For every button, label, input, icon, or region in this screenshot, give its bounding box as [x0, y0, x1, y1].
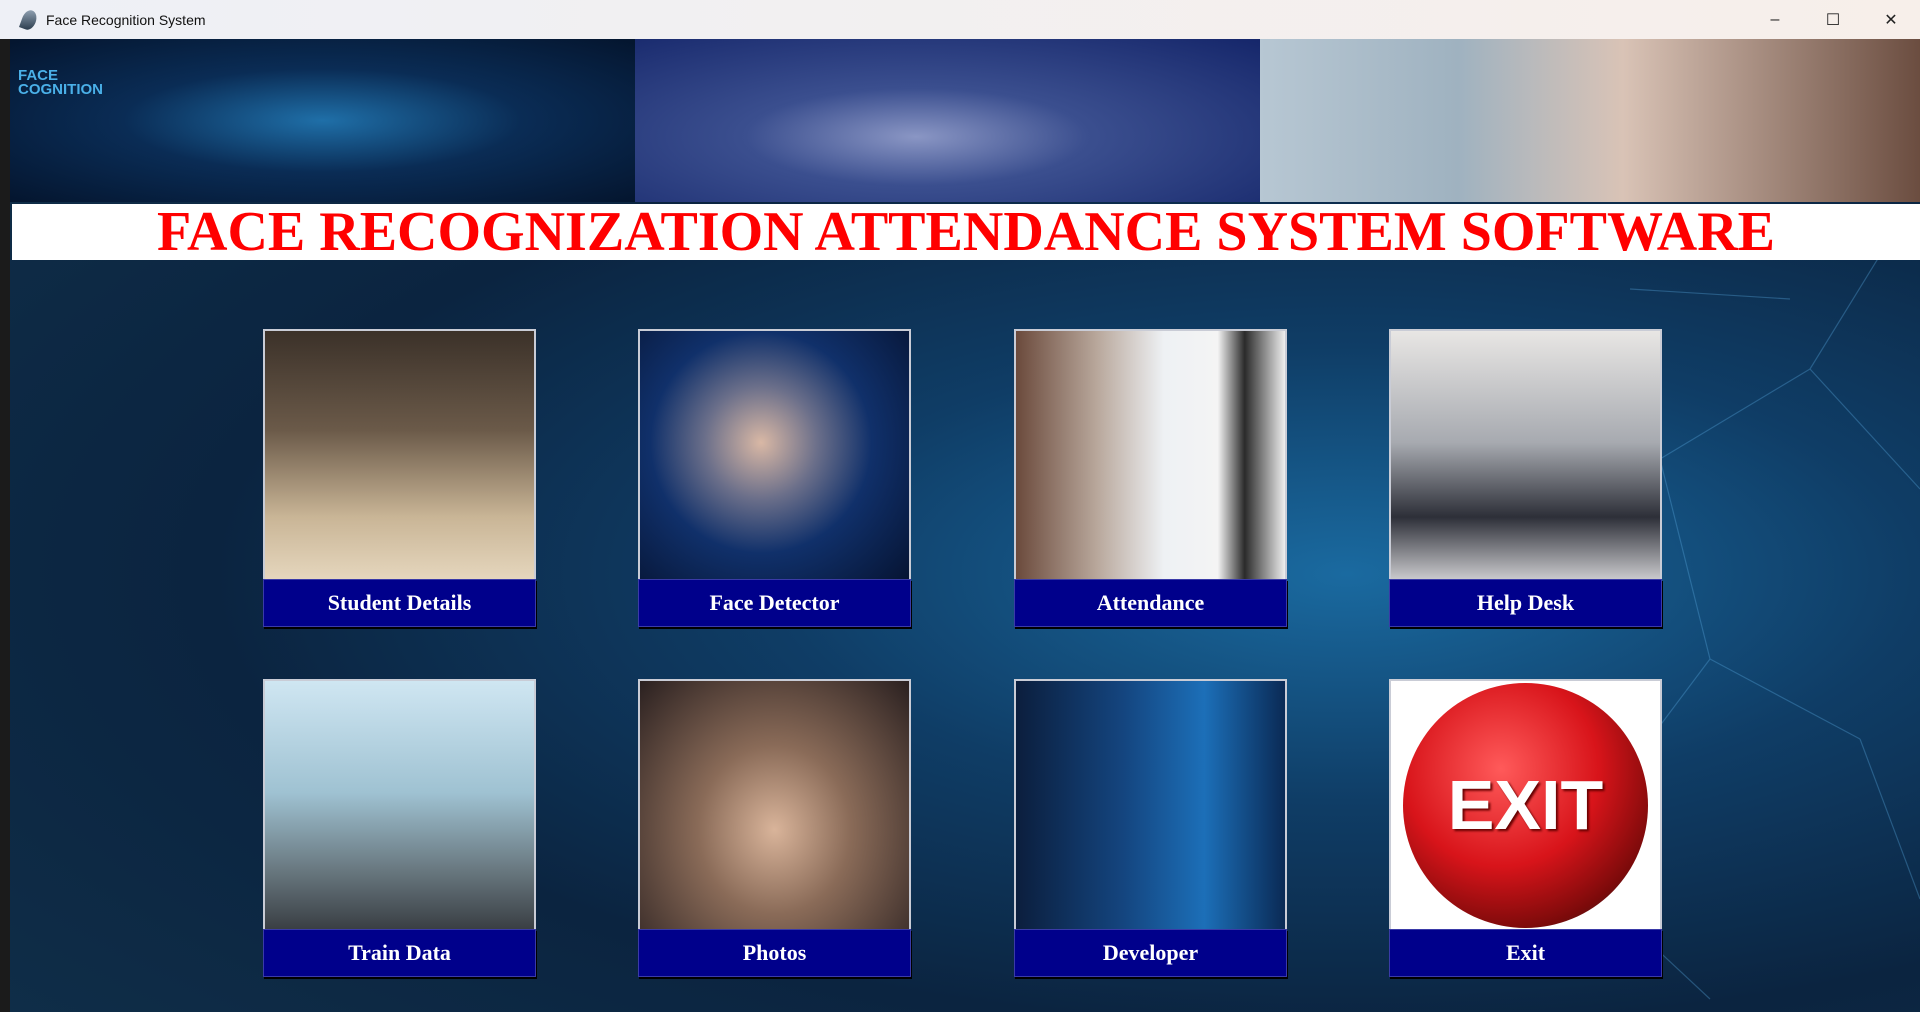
minimize-button[interactable]: – — [1746, 0, 1804, 39]
exit-red-button-icon[interactable]: EXIT — [1403, 682, 1648, 928]
attendance-button[interactable]: Attendance — [1014, 579, 1287, 627]
exit-image[interactable]: EXIT — [1389, 679, 1662, 929]
photos-button[interactable]: Photos — [638, 929, 911, 977]
exit-tile[interactable]: EXIT Exit — [1389, 679, 1662, 977]
attendance-tile[interactable]: Attendance — [1014, 329, 1287, 627]
student-details-button[interactable]: Student Details — [263, 579, 536, 627]
help-desk-button[interactable]: Help Desk — [1389, 579, 1662, 627]
banner-caption: FACE COGNITION — [18, 67, 103, 98]
banner-image-face-wireframe: FACE COGNITION — [10, 39, 635, 202]
train-data-button[interactable]: Train Data — [263, 929, 536, 977]
help-desk-image[interactable] — [1389, 329, 1662, 579]
window-title: Face Recognition System — [46, 11, 206, 28]
main-window: FACE COGNITION FACE RECOGNIZATION ATTEND… — [10, 39, 1920, 1012]
page-title: FACE RECOGNIZATION ATTENDANCE SYSTEM SOF… — [12, 201, 1920, 263]
photos-tile[interactable]: Photos — [638, 679, 911, 977]
feather-app-icon — [19, 7, 39, 32]
student-details-image[interactable] — [263, 329, 536, 579]
developer-button[interactable]: Developer — [1014, 929, 1287, 977]
attendance-image[interactable] — [1014, 329, 1287, 579]
banner-image-face-scan — [1260, 39, 1920, 202]
close-button[interactable]: ✕ — [1862, 0, 1920, 39]
student-details-tile[interactable]: Student Details — [263, 329, 536, 627]
maximize-button[interactable]: ☐ — [1804, 0, 1862, 39]
face-detector-button[interactable]: Face Detector — [638, 579, 911, 627]
window-edge — [0, 39, 10, 1012]
banner-image-faces — [635, 39, 1260, 202]
exit-button[interactable]: Exit — [1389, 929, 1662, 977]
title-bar: Face Recognition System – ☐ ✕ — [0, 0, 1920, 39]
photos-image[interactable] — [638, 679, 911, 929]
face-detector-image[interactable] — [638, 329, 911, 579]
banner: FACE COGNITION — [10, 39, 1920, 202]
developer-image[interactable] — [1014, 679, 1287, 929]
train-data-tile[interactable]: Train Data — [263, 679, 536, 977]
help-desk-tile[interactable]: Help Desk — [1389, 329, 1662, 627]
train-data-image[interactable] — [263, 679, 536, 929]
face-detector-tile[interactable]: Face Detector — [638, 329, 911, 627]
developer-tile[interactable]: Developer — [1014, 679, 1287, 977]
